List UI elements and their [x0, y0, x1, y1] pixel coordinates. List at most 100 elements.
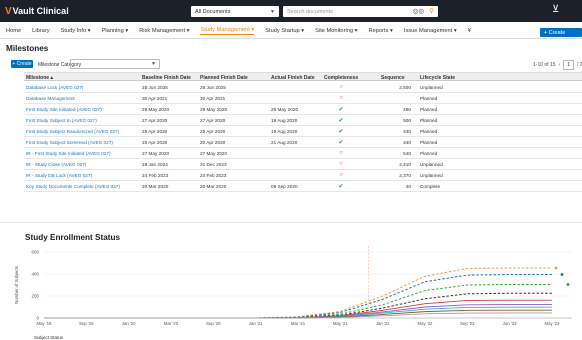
vault-logo[interactable]: V Vault Clinical: [5, 4, 69, 18]
lifecycle-state: Planned: [420, 140, 438, 145]
series-line: [44, 304, 552, 319]
main-nav: Home Library Study Info ▾ Planning ▾ Risk Ma…: [0, 24, 582, 39]
nav-item[interactable]: Issue Management ▾: [404, 28, 457, 34]
actual-finish-date: 09 Sep 2020: [271, 184, 298, 189]
column-header-lifecycle[interactable]: Lifecycle State: [420, 75, 455, 81]
planned-finish-date: 20 Apr 2020: [200, 140, 226, 145]
milestone-name-link[interactable]: Database Management: [26, 96, 75, 101]
nav-item[interactable]: Study Startup ▾: [265, 28, 304, 34]
milestone-name-link[interactable]: IR - First Study Site Initiated (AVEG 02…: [26, 151, 111, 156]
baseline-finish-date: 30 Apr 2021: [142, 96, 168, 101]
chevron-down-icon: ▼: [270, 8, 275, 15]
nav-item[interactable]: Reports ▾: [369, 28, 393, 34]
nav-item[interactable]: Study Info ▾: [61, 28, 91, 34]
y-tick-label: 600: [31, 250, 39, 255]
nav-item[interactable]: ¥: [468, 28, 471, 34]
lifecycle-state: Planned: [420, 96, 438, 101]
nav-item[interactable]: Home: [6, 28, 21, 34]
enrollment-chart: 0 200 400 600 May '19 Sep '19 Jan '20 Mar '20 Se…: [14, 246, 572, 326]
milestone-name-link[interactable]: First Study Subject Randomized (AVEG 027…: [26, 129, 119, 134]
planned-finish-date: 25 Jun 2025: [200, 85, 226, 90]
incomplete-circle-icon: ○: [339, 84, 343, 90]
x-tick-label: Jan '20: [122, 321, 136, 326]
sequence-value: 500: [403, 118, 411, 123]
milestone-name-link[interactable]: First Study Subject In (AVEG 027): [26, 118, 97, 123]
milestone-name-link[interactable]: First Study Subject Screened (AVEG 027): [26, 140, 113, 145]
nav-item[interactable]: Site Monitoring ▾: [315, 28, 357, 34]
planned-finish-date: 27 May 2020: [200, 151, 228, 156]
nav-item[interactable]: Planning ▾: [102, 28, 129, 34]
search-scope-select[interactable]: All Documents ▼: [191, 6, 279, 17]
baseline-finish-date: 27 Apr 2020: [142, 118, 168, 123]
series-endpoint: [554, 266, 558, 270]
table-row[interactable]: IR - Study Close (AVEG 027) 28 Jan 2024 31…: [24, 159, 582, 170]
table-row[interactable]: Database Lock (AVEG 027) 25 Jun 2025 25 Ju…: [24, 82, 582, 93]
section-divider: [0, 222, 582, 223]
chevron-down-icon: ▼: [151, 61, 156, 67]
x-tick-label: May '23: [545, 321, 561, 326]
column-header-actual[interactable]: Actual Finish Date: [271, 75, 315, 81]
x-tick-label: Sep '19: [79, 321, 94, 326]
baseline-finish-date: 28 Jan 2024: [142, 162, 168, 167]
table-row[interactable]: IR - First Study Site Initiated (AVEG 02…: [24, 148, 582, 159]
milestone-name-link[interactable]: Key Study Documents Complete (AVEG 027): [26, 184, 120, 189]
baseline-finish-date: 25 Apr 2020: [142, 129, 168, 134]
nav-item[interactable]: Library: [32, 28, 49, 34]
x-tick-label: Mar '21: [291, 321, 306, 326]
create-milestone-button[interactable]: + Create: [11, 60, 33, 68]
cart-icon[interactable]: ⊻: [552, 4, 559, 15]
nav-item[interactable]: Study Management ▾: [200, 27, 255, 35]
lifecycle-state: Planned: [420, 129, 438, 134]
table-row[interactable]: First Study Subject Randomized (AVEG 027…: [24, 126, 582, 137]
milestone-name-link[interactable]: Database Lock (AVEG 027): [26, 85, 84, 90]
vault-v-icon: V: [5, 5, 12, 17]
column-header-completeness[interactable]: Completeness: [324, 75, 358, 81]
prev-page-icon[interactable]: ‹: [559, 62, 561, 68]
table-row[interactable]: Database Management 30 Apr 2021 30 Apr 202…: [24, 93, 582, 104]
column-header-baseline[interactable]: Baseline Finish Date: [142, 75, 191, 81]
milestone-name-link[interactable]: IR - Study DB Lock (AVEG 027): [26, 173, 92, 178]
lifecycle-state: Unplanned: [420, 162, 443, 167]
y-tick-label: 200: [31, 294, 39, 299]
sequence-value: 40: [405, 184, 411, 189]
binoculars-icon[interactable]: ◎◎: [413, 7, 424, 15]
milestone-name-link[interactable]: First Study Site Initiated (AVEG 027): [26, 107, 102, 112]
complete-check-icon: ✔: [338, 118, 344, 124]
search-input[interactable]: Search documents ◎◎ ⚲: [283, 6, 438, 17]
planned-finish-date: 29 May 2020: [200, 107, 228, 112]
complete-check-icon: ✔: [338, 184, 344, 190]
pagination: 1-10 of 15 ‹ 1 / 2: [533, 60, 582, 70]
baseline-finish-date: 20 Apr 2020: [142, 140, 168, 145]
table-row[interactable]: Key Study Documents Complete (AVEG 027) 2…: [24, 181, 582, 192]
page-number-input[interactable]: 1: [563, 60, 574, 70]
column-header-milestone[interactable]: Milestone ▴: [26, 75, 53, 81]
table-row[interactable]: First Study Subject In (AVEG 027) 27 Apr …: [24, 115, 582, 126]
sequence-value: 540: [403, 151, 411, 156]
legend-title: Subject Status: [34, 335, 64, 340]
table-row[interactable]: First Study Site Initiated (AVEG 027) 29 …: [24, 104, 582, 115]
lifecycle-state: Unplanned: [420, 85, 443, 90]
create-menu-button[interactable]: + Create: [540, 28, 582, 37]
x-tick-label: Jan '21: [249, 321, 263, 326]
column-header-sequence[interactable]: Sequence: [381, 75, 405, 81]
milestone-name-link[interactable]: IR - Study Close (AVEG 027): [26, 162, 86, 167]
sequence-value: 2,500: [399, 85, 411, 90]
page-title: Milestones: [6, 44, 49, 53]
table-row[interactable]: IR - Study DB Lock (AVEG 027) 24 Feb 2023…: [24, 170, 582, 181]
milestone-category-select[interactable]: ▼: [70, 59, 160, 69]
series-line: [44, 299, 552, 319]
x-tick-label: Jan '22: [376, 321, 390, 326]
x-tick-label: May '22: [418, 321, 434, 326]
incomplete-circle-icon: ○: [339, 95, 343, 101]
x-tick-label: May '19: [37, 321, 53, 326]
baseline-finish-date: 27 May 2020: [142, 151, 170, 156]
search-icon[interactable]: ⚲: [429, 7, 434, 15]
table-row[interactable]: First Study Subject Screened (AVEG 027) 2…: [24, 137, 582, 148]
sequence-value: 430: [403, 129, 411, 134]
series-line: [44, 292, 552, 319]
incomplete-circle-icon: ○: [339, 161, 343, 167]
complete-check-icon: ✔: [338, 140, 344, 146]
nav-item[interactable]: Risk Management ▾: [139, 28, 189, 34]
actual-finish-date: 21 Aug 2020: [271, 140, 298, 145]
column-header-planned[interactable]: Planned Finish Date: [200, 75, 248, 81]
